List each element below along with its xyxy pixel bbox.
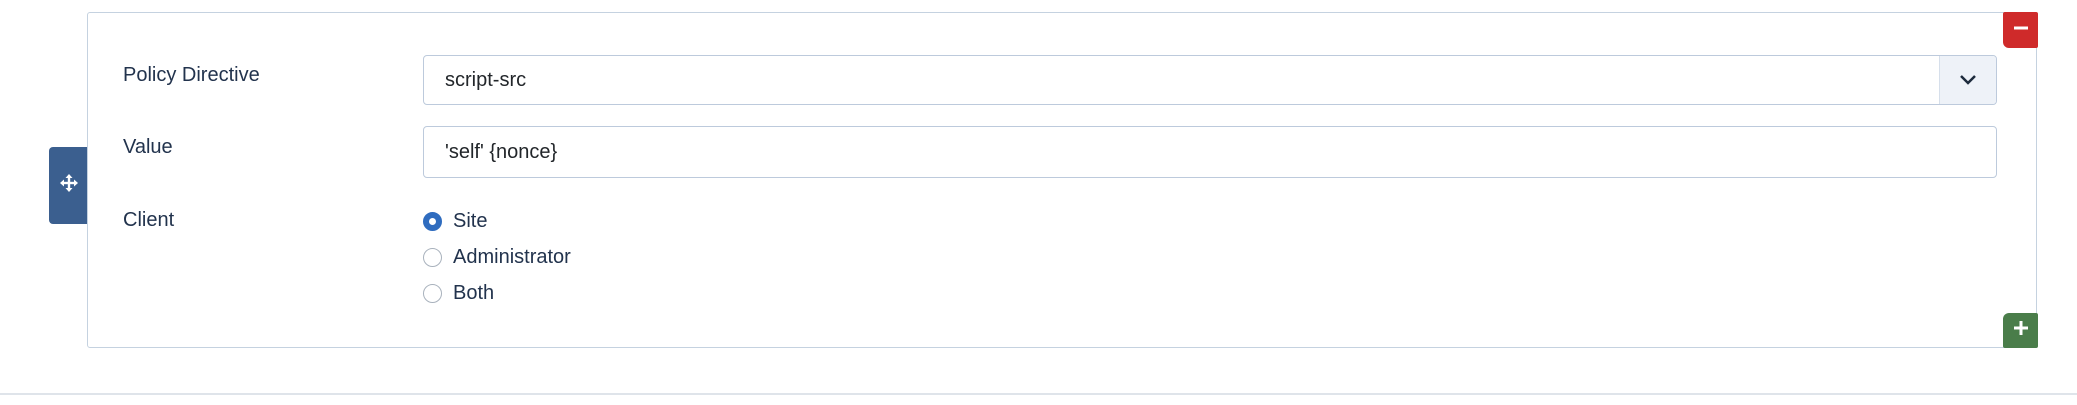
remove-row-button[interactable] [2003, 12, 2038, 48]
policy-directive-label: Policy Directive [123, 64, 260, 86]
add-row-button[interactable] [2003, 313, 2038, 348]
policy-directive-select[interactable]: script-src [423, 55, 1997, 105]
radio-administrator[interactable] [423, 248, 442, 267]
minus-icon [2013, 21, 2028, 40]
section-divider [0, 393, 2077, 395]
client-option-administrator[interactable]: Administrator [423, 246, 571, 269]
client-option-both[interactable]: Both [423, 282, 494, 305]
radio-site[interactable] [423, 212, 442, 231]
radio-label-both: Both [453, 282, 495, 304]
radio-label-site: Site [453, 210, 488, 232]
chevron-down-icon[interactable] [1939, 56, 1996, 104]
value-label: Value [123, 136, 173, 158]
plus-icon [2013, 321, 2028, 340]
client-option-site[interactable]: Site [423, 210, 487, 233]
policy-directive-selected-value: script-src [445, 68, 527, 91]
value-input[interactable] [423, 126, 1997, 178]
move-icon [60, 174, 78, 197]
row-drag-handle[interactable] [49, 147, 89, 224]
radio-both[interactable] [423, 284, 442, 303]
radio-label-administrator: Administrator [453, 246, 571, 268]
client-label: Client [123, 209, 175, 231]
